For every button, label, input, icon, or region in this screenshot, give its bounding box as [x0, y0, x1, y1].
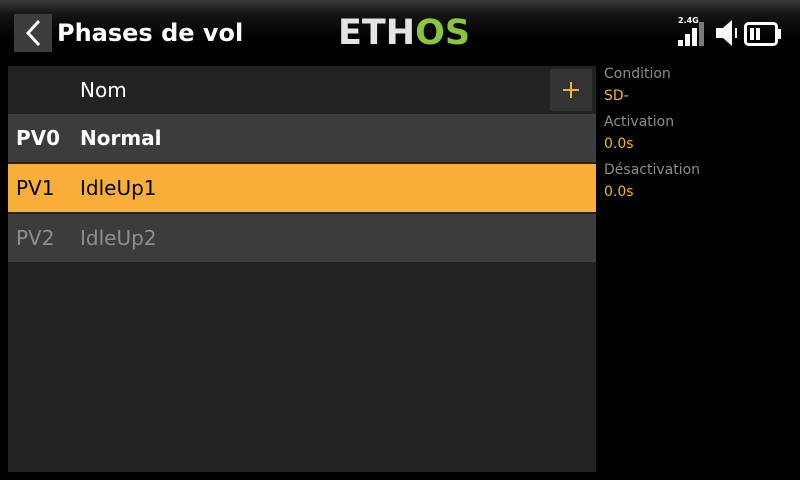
condition-value: SD-: [604, 88, 629, 104]
deactivation-value: 0.0s: [604, 184, 634, 200]
status-icons: 2.4G: [678, 16, 788, 48]
back-button[interactable]: [14, 14, 52, 52]
activation-label: Activation: [604, 114, 675, 130]
flight-mode-details: Condition SD- Activation 0.0s Désactivat…: [604, 66, 794, 226]
flight-mode-row-pv2[interactable]: PV2 IdleUp2: [8, 214, 596, 262]
logo-text-left: ETH: [338, 13, 416, 53]
signal-band-label: 2.4G: [678, 16, 699, 25]
page-title: Phases de vol: [57, 19, 244, 47]
flight-mode-name: Normal: [80, 126, 162, 150]
signal-bar-3: [692, 28, 697, 46]
battery-icon: [744, 22, 781, 46]
deactivation-label: Désactivation: [604, 162, 701, 178]
signal-bar-4: [699, 22, 704, 46]
flight-mode-code: PV2: [16, 226, 55, 250]
activation-value: 0.0s: [604, 136, 634, 152]
flight-mode-name: IdleUp1: [80, 176, 157, 200]
list-header: Nom: [8, 66, 596, 114]
add-flight-mode-button[interactable]: [550, 69, 592, 111]
plus-icon: [563, 82, 579, 98]
flight-mode-name: IdleUp2: [80, 226, 157, 250]
flight-mode-code: PV1: [16, 176, 55, 200]
chevron-left-icon: [25, 19, 41, 47]
condition-label: Condition: [604, 66, 671, 82]
flight-mode-row-pv0[interactable]: PV0 Normal: [8, 114, 596, 162]
column-header-name: Nom: [80, 78, 127, 102]
speaker-icon[interactable]: [716, 20, 740, 46]
flight-mode-row-pv1[interactable]: PV1 IdleUp1: [8, 164, 596, 212]
flight-modes-list: Nom PV0 Normal PV1 IdleUp1 PV2 IdleUp2: [8, 66, 596, 472]
ethos-logo: ETHOS: [338, 14, 470, 52]
logo-text-right: OS: [415, 13, 471, 53]
top-bar: Phases de vol ETHOS 2.4G: [0, 0, 800, 66]
flight-mode-code: PV0: [16, 126, 61, 150]
signal-bar-2: [685, 34, 690, 46]
signal-bar-1: [678, 40, 683, 46]
